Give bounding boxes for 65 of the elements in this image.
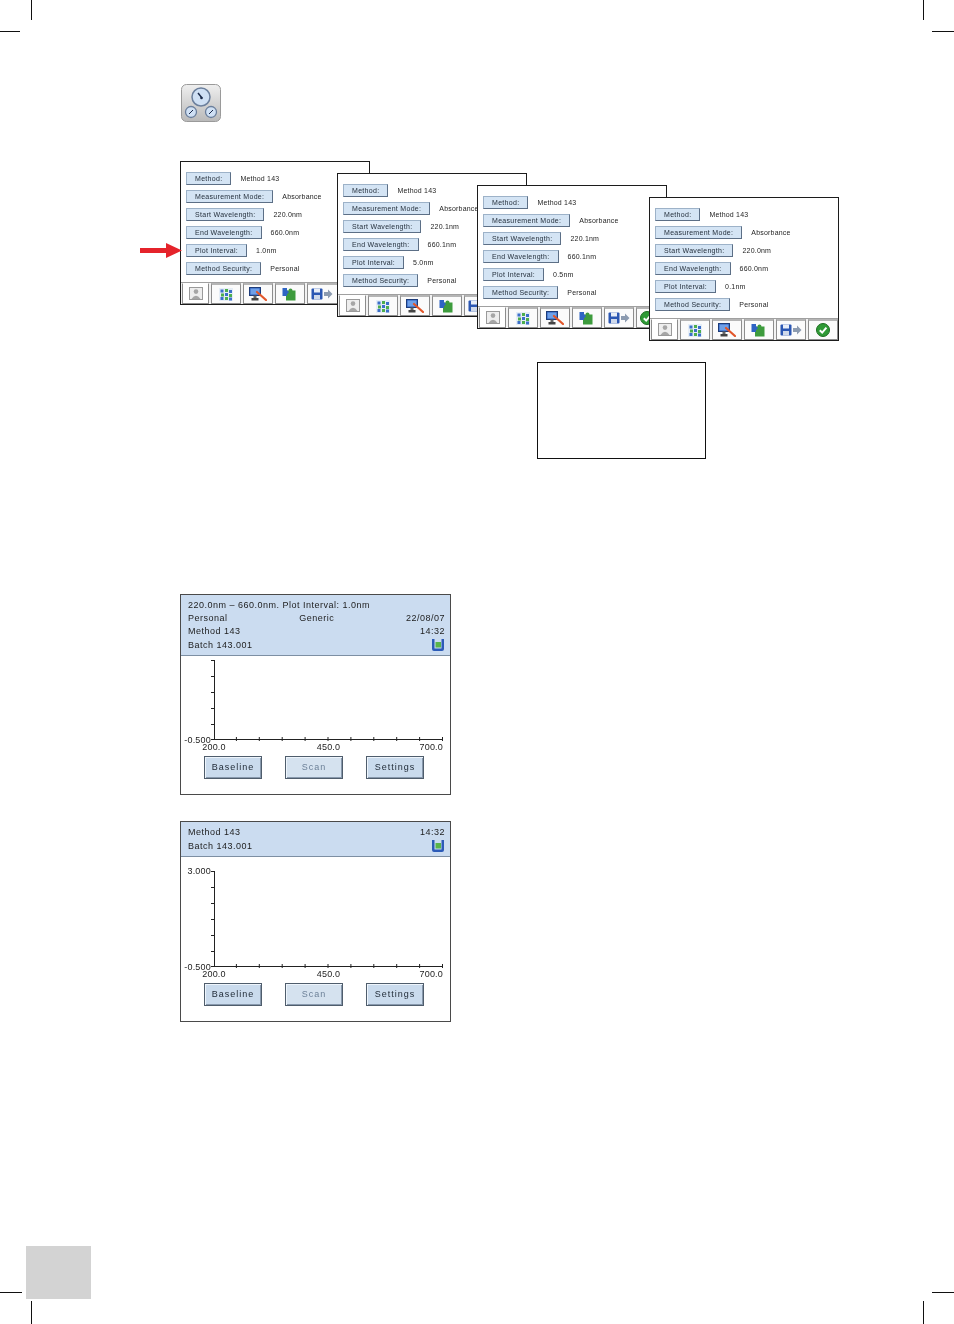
screen-button[interactable]: Baseline bbox=[204, 983, 262, 1006]
toolbar-tab[interactable] bbox=[307, 283, 337, 304]
monitor-pen-icon bbox=[718, 323, 736, 337]
toolbar-tab[interactable] bbox=[464, 295, 477, 316]
screen-button[interactable]: Settings bbox=[366, 756, 424, 779]
floppy-disk-icon bbox=[311, 288, 333, 300]
person-icon bbox=[485, 311, 500, 324]
toolbar-tab[interactable] bbox=[368, 295, 398, 316]
gauges-icon bbox=[181, 84, 221, 122]
header-text: Batch 143.001 bbox=[188, 638, 253, 652]
toolbar-tab[interactable] bbox=[540, 307, 570, 328]
toolbar-tab[interactable] bbox=[275, 283, 305, 304]
header-text: Method 143 bbox=[188, 625, 241, 638]
toolbar-tab[interactable] bbox=[572, 307, 602, 328]
axis-label: 700.0 bbox=[419, 969, 443, 979]
page-tab-block bbox=[26, 1246, 91, 1299]
axis-label: 450.0 bbox=[316, 969, 341, 979]
axis-label: 450.0 bbox=[316, 742, 341, 752]
header-text: Method 143 bbox=[188, 826, 241, 839]
header-text: 14:32 bbox=[419, 826, 445, 839]
puzzle-icon bbox=[439, 299, 455, 313]
screen-button[interactable]: Baseline bbox=[204, 756, 262, 779]
crop-mark bbox=[922, 1291, 954, 1324]
toolbar-tab[interactable] bbox=[776, 319, 806, 340]
person-icon bbox=[345, 299, 360, 312]
toolbar-tab[interactable] bbox=[636, 307, 649, 328]
u-bracket-icon bbox=[431, 839, 445, 853]
dot-grid-icon bbox=[376, 299, 390, 313]
dot-grid-icon bbox=[516, 311, 530, 325]
dot-grid-icon bbox=[688, 323, 702, 337]
puzzle-icon bbox=[579, 311, 595, 325]
check-icon bbox=[816, 323, 830, 337]
toolbar-tab[interactable] bbox=[808, 319, 838, 340]
toolbar-tab[interactable] bbox=[400, 295, 430, 316]
header-text: 22/08/07 bbox=[405, 612, 445, 625]
axis-label: 700.0 bbox=[419, 742, 443, 752]
monitor-pen-icon bbox=[406, 299, 424, 313]
person-icon bbox=[657, 323, 672, 336]
header-text: Batch 143.001 bbox=[188, 839, 253, 853]
toolbar-tab[interactable] bbox=[744, 319, 774, 340]
toolbar-tab[interactable] bbox=[604, 307, 634, 328]
monitor-pen-icon bbox=[249, 287, 267, 301]
floppy-disk-icon bbox=[780, 324, 802, 336]
crop-mark bbox=[0, 1291, 32, 1324]
toolbar-tab[interactable] bbox=[680, 319, 710, 340]
crop-mark bbox=[922, 0, 954, 33]
u-bracket-icon bbox=[431, 638, 445, 652]
axis-label: 3.000 bbox=[186, 866, 211, 876]
dot-grid-icon bbox=[219, 287, 233, 301]
toolbar-tab[interactable] bbox=[432, 295, 462, 316]
toolbar-tab[interactable] bbox=[211, 283, 241, 304]
puzzle-icon bbox=[751, 323, 767, 337]
header-text: Personal bbox=[188, 612, 228, 625]
monitor-pen-icon bbox=[546, 311, 564, 325]
person-icon bbox=[188, 287, 203, 300]
floppy-disk-icon bbox=[608, 312, 630, 324]
toolbar-tab[interactable] bbox=[243, 283, 273, 304]
header-text: Generic bbox=[299, 612, 335, 625]
puzzle-icon bbox=[282, 287, 298, 301]
screen-button[interactable]: Settings bbox=[366, 983, 424, 1006]
header-text: 14:32 bbox=[419, 625, 445, 638]
toolbar-tab[interactable] bbox=[508, 307, 538, 328]
header-text: 220.0nm – 660.0nm. Plot Interval: 1.0nm bbox=[188, 599, 371, 612]
crop-mark bbox=[0, 0, 32, 33]
toolbar-tab[interactable] bbox=[712, 319, 742, 340]
